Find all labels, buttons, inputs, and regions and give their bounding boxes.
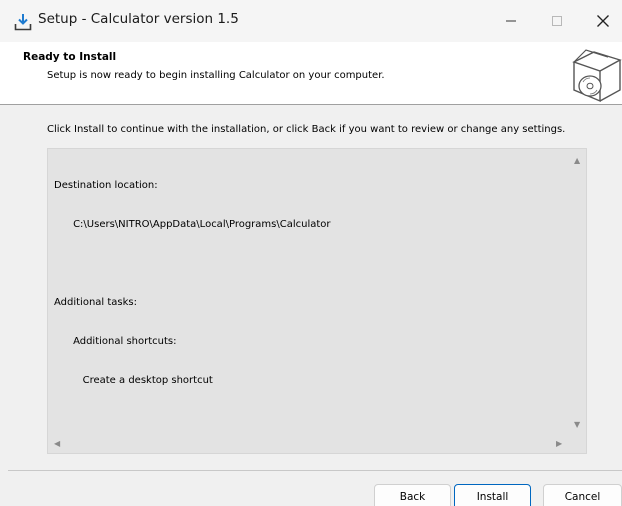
setup-installer-icon — [14, 14, 32, 31]
title-bar[interactable]: Setup - Calculator version 1.5 — [0, 0, 622, 42]
back-button[interactable]: Back — [374, 484, 451, 506]
memo-line: Additional shortcuts: — [54, 336, 177, 347]
wizard-header: Ready to Install Setup is now ready to b… — [0, 42, 622, 104]
page-subtitle: Setup is now ready to begin installing C… — [47, 70, 385, 81]
memo-line — [54, 257, 331, 270]
minimize-icon — [506, 20, 516, 22]
install-disc-box-icon — [572, 49, 622, 103]
install-button[interactable]: Install — [454, 484, 531, 506]
close-button[interactable] — [580, 0, 622, 42]
maximize-button[interactable] — [534, 0, 580, 42]
maximize-icon — [552, 16, 562, 26]
scroll-down-arrow-icon[interactable]: ▼ — [574, 421, 580, 429]
minimize-button[interactable] — [488, 0, 534, 42]
scroll-right-arrow-icon[interactable]: ▶ — [556, 440, 562, 448]
ready-memo-box[interactable]: Destination location: C:\Users\NITRO\App… — [47, 148, 587, 454]
scroll-up-arrow-icon[interactable]: ▲ — [574, 157, 580, 165]
window-title: Setup - Calculator version 1.5 — [38, 11, 239, 27]
page-title: Ready to Install — [23, 51, 117, 63]
scroll-left-arrow-icon[interactable]: ◀ — [54, 440, 60, 448]
instruction-text: Click Install to continue with the insta… — [47, 124, 566, 135]
memo-line: Create a desktop shortcut — [54, 375, 213, 386]
footer-divider — [8, 470, 622, 471]
header-divider — [0, 104, 622, 105]
memo-line: C:\Users\NITRO\AppData\Local\Programs\Ca… — [54, 219, 331, 230]
memo-content: Destination location: C:\Users\NITRO\App… — [54, 153, 331, 413]
close-icon — [597, 15, 609, 27]
memo-line: Additional tasks: — [54, 297, 138, 308]
setup-window: Setup - Calculator version 1.5 Ready to … — [0, 0, 622, 506]
cancel-button[interactable]: Cancel — [543, 484, 622, 506]
memo-line: Destination location: — [54, 180, 158, 191]
